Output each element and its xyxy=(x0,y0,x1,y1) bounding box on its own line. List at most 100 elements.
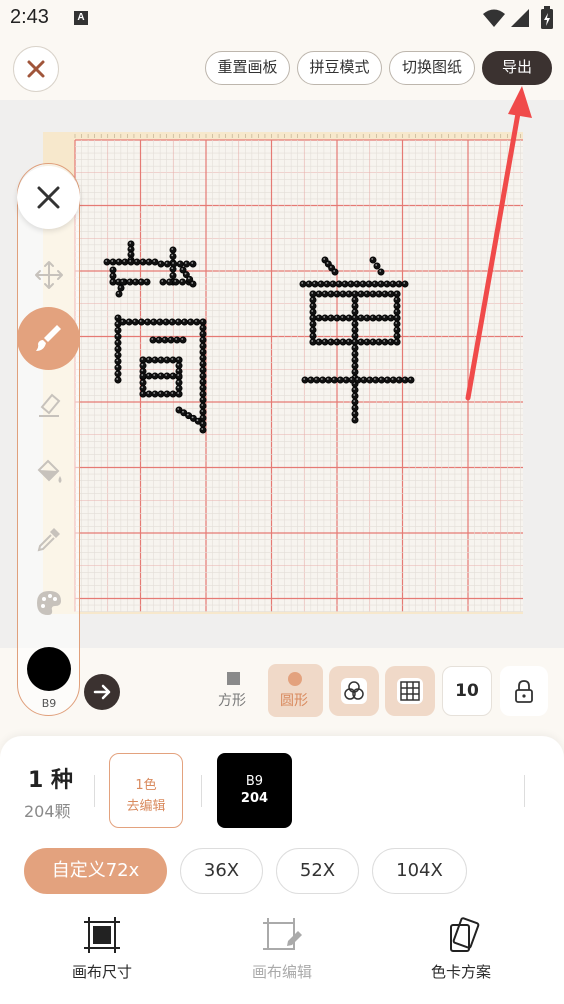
bead[interactable] xyxy=(389,280,397,288)
bead[interactable] xyxy=(381,314,389,322)
bead[interactable] xyxy=(199,336,207,344)
bead[interactable] xyxy=(199,396,207,404)
bead[interactable] xyxy=(169,272,177,280)
bead[interactable] xyxy=(189,260,197,268)
bead[interactable] xyxy=(351,320,359,328)
switch-pattern-button[interactable]: 切换图纸 xyxy=(389,51,475,85)
bead[interactable] xyxy=(363,290,371,298)
bead[interactable] xyxy=(114,351,122,359)
bead[interactable] xyxy=(387,314,395,322)
bead[interactable] xyxy=(315,290,323,298)
bead[interactable] xyxy=(157,356,165,364)
lock-button[interactable] xyxy=(500,666,548,716)
bead[interactable] xyxy=(169,246,177,254)
bead[interactable] xyxy=(351,302,359,310)
edit-colors-button[interactable]: 1色 去编辑 xyxy=(109,753,183,828)
collapse-tools-button[interactable] xyxy=(17,166,80,229)
bead[interactable] xyxy=(119,278,127,286)
grid-number-button[interactable]: 10 xyxy=(442,666,492,716)
bead[interactable] xyxy=(321,290,329,298)
close-button[interactable] xyxy=(13,46,59,92)
bead[interactable] xyxy=(173,336,181,344)
bead[interactable] xyxy=(342,376,350,384)
bead[interactable] xyxy=(176,260,184,268)
bead[interactable] xyxy=(199,372,207,380)
bead[interactable] xyxy=(351,416,359,424)
bead[interactable] xyxy=(378,376,386,384)
bead[interactable] xyxy=(199,348,207,356)
bead[interactable] xyxy=(345,314,353,322)
export-button[interactable]: 导出 xyxy=(482,51,552,85)
bead[interactable] xyxy=(162,318,170,326)
bead[interactable] xyxy=(309,338,317,346)
bead[interactable] xyxy=(327,290,335,298)
bead[interactable] xyxy=(327,338,335,346)
bead[interactable] xyxy=(365,280,373,288)
bead[interactable] xyxy=(341,280,349,288)
bead[interactable] xyxy=(115,290,123,298)
bead[interactable] xyxy=(321,338,329,346)
bead[interactable] xyxy=(199,420,207,428)
bead[interactable] xyxy=(115,258,123,266)
bead[interactable] xyxy=(157,372,165,380)
bead[interactable] xyxy=(351,308,359,316)
size-52x-button[interactable]: 52X xyxy=(276,848,359,894)
size-104x-button[interactable]: 104X xyxy=(372,848,467,894)
bead[interactable] xyxy=(393,320,401,328)
bead[interactable] xyxy=(309,320,317,328)
bead[interactable] xyxy=(114,357,122,365)
bead[interactable] xyxy=(351,314,359,322)
bead[interactable] xyxy=(145,372,153,380)
bead[interactable] xyxy=(199,354,207,362)
bead[interactable] xyxy=(372,376,380,384)
bead[interactable] xyxy=(345,290,353,298)
bead[interactable] xyxy=(353,280,361,288)
eyedropper-tool[interactable] xyxy=(17,507,80,570)
bead[interactable] xyxy=(395,376,403,384)
bead[interactable] xyxy=(357,290,365,298)
bead[interactable] xyxy=(114,370,122,378)
grid-toggle-button[interactable] xyxy=(385,666,435,716)
bead[interactable] xyxy=(313,376,321,384)
bead[interactable] xyxy=(401,376,409,384)
bead[interactable] xyxy=(199,384,207,392)
tab-canvas-size[interactable]: 画布尺寸 xyxy=(42,915,162,981)
bead[interactable] xyxy=(330,376,338,384)
bead[interactable] xyxy=(168,318,176,326)
bead[interactable] xyxy=(127,258,135,266)
bead[interactable] xyxy=(369,290,377,298)
bead[interactable] xyxy=(157,260,165,268)
bead[interactable] xyxy=(339,314,347,322)
bead[interactable] xyxy=(114,376,122,384)
bead[interactable] xyxy=(199,324,207,332)
bead[interactable] xyxy=(351,362,359,370)
bead[interactable] xyxy=(167,336,175,344)
bead[interactable] xyxy=(351,392,359,400)
bead[interactable] xyxy=(199,366,207,374)
bead[interactable] xyxy=(151,390,159,398)
bead[interactable] xyxy=(351,344,359,352)
bead[interactable] xyxy=(169,372,177,380)
bead[interactable] xyxy=(351,290,359,298)
bead[interactable] xyxy=(315,314,323,322)
bead[interactable] xyxy=(375,314,383,322)
bead[interactable] xyxy=(199,378,207,386)
bead[interactable] xyxy=(387,290,395,298)
bead[interactable] xyxy=(333,290,341,298)
bead[interactable] xyxy=(359,280,367,288)
bead[interactable] xyxy=(114,364,122,372)
bead[interactable] xyxy=(309,296,317,304)
bead[interactable] xyxy=(139,372,147,380)
palette-tool[interactable] xyxy=(17,571,80,634)
bead[interactable] xyxy=(393,308,401,316)
bead[interactable] xyxy=(331,268,339,276)
bead[interactable] xyxy=(159,278,167,286)
bead[interactable] xyxy=(393,338,401,346)
bead[interactable] xyxy=(377,280,385,288)
bead[interactable] xyxy=(193,318,201,326)
bead[interactable] xyxy=(145,390,153,398)
bead[interactable] xyxy=(187,318,195,326)
bead[interactable] xyxy=(325,376,333,384)
bead[interactable] xyxy=(393,296,401,304)
bead[interactable] xyxy=(351,386,359,394)
